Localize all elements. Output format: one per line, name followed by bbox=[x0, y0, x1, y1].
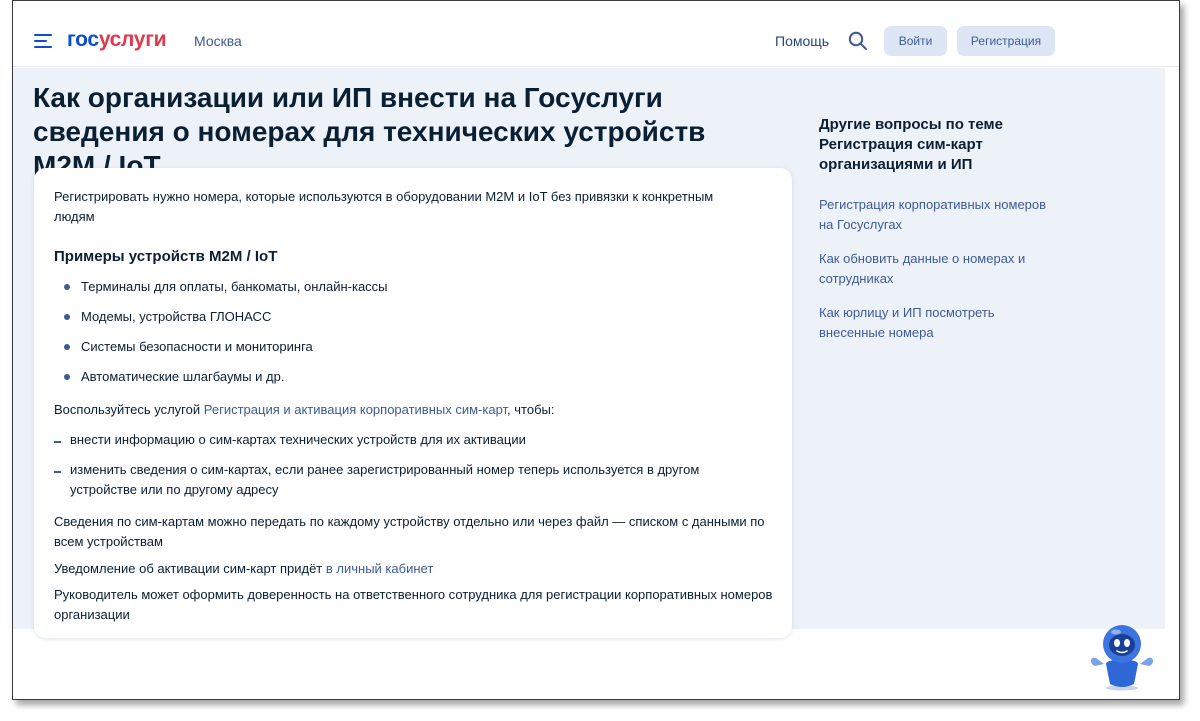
list-item: Модемы, устройства ГЛОНАСС bbox=[64, 307, 388, 337]
sidebar-link-update-data[interactable]: Как обновить данные о номерах и сотрудни… bbox=[819, 249, 1049, 289]
register-button[interactable]: Регистрация bbox=[957, 26, 1055, 56]
city-selector[interactable]: Москва bbox=[194, 33, 242, 49]
logo-part-uslugi: услуги bbox=[98, 28, 167, 51]
gosuslugi-logo[interactable]: госуслуги bbox=[67, 28, 167, 52]
article-card: Регистрировать нужно номера, которые исп… bbox=[34, 168, 792, 638]
use-service-paragraph: Воспользуйтесь услугой Регистрация и акт… bbox=[54, 400, 774, 420]
list-item: Системы безопасности и мониторинга bbox=[64, 337, 388, 367]
actions-list: внести информацию о сим-картах техническ… bbox=[54, 430, 754, 510]
list-item: Терминалы для оплаты, банкоматы, онлайн-… bbox=[64, 277, 388, 307]
use-service-suffix: , чтобы: bbox=[507, 402, 555, 417]
article-intro: Регистрировать нужно номера, которые исп… bbox=[54, 189, 714, 224]
login-button[interactable]: Войти bbox=[884, 26, 947, 56]
sidebar-link-register-numbers[interactable]: Регистрация корпоративных номеров на Гос… bbox=[819, 195, 1049, 235]
examples-list: Терминалы для оплаты, банкоматы, онлайн-… bbox=[64, 277, 388, 397]
menu-icon[interactable] bbox=[34, 34, 52, 48]
proxy-note: Руководитель может оформить доверенность… bbox=[54, 587, 773, 622]
file-note: Сведения по сим-картам можно передать по… bbox=[54, 514, 765, 549]
search-icon[interactable] bbox=[848, 31, 868, 51]
examples-heading: Примеры устройств М2М / IoT bbox=[54, 248, 278, 265]
service-link[interactable]: Регистрация и активация корпоративных си… bbox=[204, 402, 507, 417]
sidebar-title: Другие вопросы по теме Регистрация сим-к… bbox=[819, 116, 1003, 173]
sidebar-link-view-numbers[interactable]: Как юрлицу и ИП посмотреть внесенные ном… bbox=[819, 303, 1049, 343]
notify-prefix: Уведомление об активации сим-карт придёт bbox=[54, 561, 326, 576]
list-item: Автоматические шлагбаумы и др. bbox=[64, 367, 388, 397]
sidebar-links: Регистрация корпоративных номеров на Гос… bbox=[819, 195, 1049, 357]
main-content: Как организации или ИП внести на Госуслу… bbox=[13, 68, 1165, 691]
list-item: изменить сведения о сим-картах, если ран… bbox=[54, 460, 754, 500]
logo-part-gos: гос bbox=[67, 28, 99, 51]
personal-account-link[interactable]: в личный кабинет bbox=[326, 561, 433, 576]
help-link[interactable]: Помощь bbox=[775, 33, 829, 49]
list-item: внести информацию о сим-картах техническ… bbox=[54, 430, 754, 450]
notify-paragraph: Уведомление об активации сим-карт придёт… bbox=[54, 559, 774, 579]
browser-frame: госуслуги Москва Помощь Войти Регистраци… bbox=[12, 0, 1180, 700]
robot-assistant-icon[interactable] bbox=[1086, 620, 1158, 692]
site-header: госуслуги Москва Помощь Войти Регистраци… bbox=[13, 1, 1179, 67]
use-service-prefix: Воспользуйтесь услугой bbox=[54, 402, 204, 417]
